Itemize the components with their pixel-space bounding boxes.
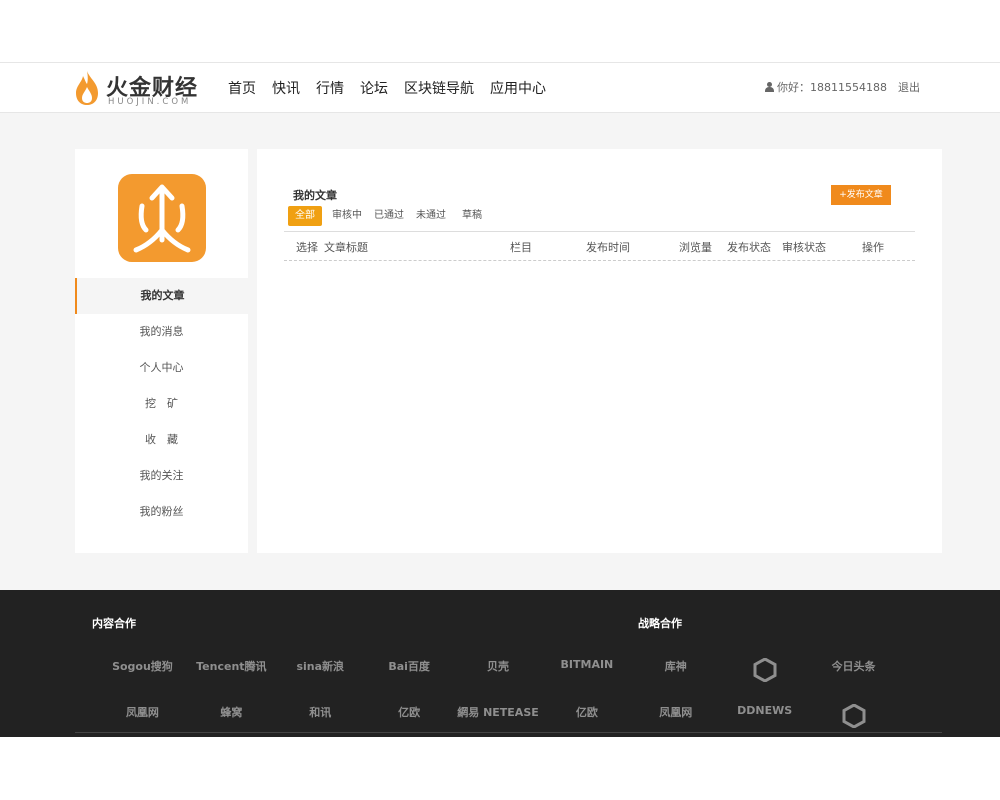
sidebar-item-my-articles[interactable]: 我的文章 [75,278,248,314]
partner-logo[interactable]: 凤凰网 [98,704,187,731]
partner-logo[interactable]: 網易 NETEASE [454,704,543,731]
article-status-tabs: 全部 审核中 已通过 未通过 草稿 [288,206,490,226]
col-publish-status: 发布状态 [727,241,771,254]
flame-icon [76,71,98,105]
content-partners-title: 内容合作 [92,617,136,630]
nav-item-news-flash[interactable]: 快讯 [272,78,300,98]
col-select: 选择 [296,241,318,254]
partner-logo[interactable]: DDNEWS [720,704,809,731]
main-nav: 首页 快讯 行情 论坛 区块链导航 应用中心 [228,78,546,98]
col-title: 文章标题 [324,241,368,254]
sidebar-item-following[interactable]: 我的关注 [75,458,248,494]
sidebar-item-mining[interactable]: 挖 矿 [75,386,248,422]
col-category: 栏目 [510,241,532,254]
partner-logos-row-1: Sogou搜狗 Tencent腾讯 sina新浪 Bai百度 贝壳 BITMAI… [98,658,898,685]
partner-logo[interactable]: 蜂窝 [187,704,276,731]
sidebar-item-personal-center[interactable]: 个人中心 [75,350,248,386]
tab-rejected[interactable]: 未通过 [412,206,450,226]
page-title: 我的文章 [293,189,337,202]
hexagon-logo-icon [753,658,777,683]
partner-logo[interactable]: 今日头条 [809,658,898,685]
user-area: 你好：18811554188 退出 [765,79,920,95]
partner-logo[interactable]: BITMAIN [542,658,631,685]
sidebar-item-favorites[interactable]: 收 藏 [75,422,248,458]
partner-logo[interactable]: Tencent腾讯 [187,658,276,685]
partner-logo[interactable]: 库神 [631,658,720,685]
tab-approved[interactable]: 已通过 [370,206,408,226]
table-header: 选择 文章标题 栏目 发布时间 浏览量 发布状态 审核状态 操作 [284,231,915,261]
bottom-spacer [0,737,1000,800]
col-review-status: 审核状态 [782,241,826,254]
partner-logo[interactable]: Sogou搜狗 [98,658,187,685]
person-icon [765,82,775,92]
sidebar-menu: 我的文章 我的消息 个人中心 挖 矿 收 藏 我的关注 我的粉丝 [75,278,248,530]
publish-article-button[interactable]: +发布文章 [831,185,891,205]
top-spacer [0,0,1000,62]
content-panel: 我的文章 +发布文章 全部 审核中 已通过 未通过 草稿 选择 文章标题 栏目 … [257,149,942,553]
sidebar-item-fans[interactable]: 我的粉丝 [75,494,248,530]
partner-logo[interactable]: 亿欧 [542,704,631,731]
main-area: 我的文章 我的消息 个人中心 挖 矿 收 藏 我的关注 我的粉丝 我的文章 +发… [0,113,1000,590]
partner-logo[interactable]: 亿欧 [365,704,454,731]
logo-subtitle: HUOJIN.COM [108,97,192,107]
avatar [118,174,206,262]
col-actions: 操作 [862,241,884,254]
footer-divider [75,732,942,733]
nav-item-home[interactable]: 首页 [228,78,256,98]
sidebar: 我的文章 我的消息 个人中心 挖 矿 收 藏 我的关注 我的粉丝 [75,149,248,553]
partner-logo[interactable]: Bai百度 [365,658,454,685]
site-header: 火金财经 HUOJIN.COM 首页 快讯 行情 论坛 区块链导航 应用中心 你… [0,62,1000,113]
nav-item-app-center[interactable]: 应用中心 [490,78,546,98]
sidebar-item-my-messages[interactable]: 我的消息 [75,314,248,350]
partner-logo[interactable]: 贝壳 [454,658,543,685]
tab-all[interactable]: 全部 [288,206,322,226]
hexagon-logo-icon [842,704,866,729]
partner-logo[interactable] [809,704,898,731]
site-footer: 内容合作 战略合作 Sogou搜狗 Tencent腾讯 sina新浪 Bai百度… [0,590,1000,737]
col-views: 浏览量 [679,241,712,254]
partner-logos-row-2: 凤凰网 蜂窝 和讯 亿欧 網易 NETEASE 亿欧 凤凰网 DDNEWS [98,704,898,731]
partner-logo[interactable] [720,658,809,685]
logout-link[interactable]: 退出 [898,79,920,95]
site-logo[interactable]: 火金财经 HUOJIN.COM [74,69,214,109]
partner-logo[interactable]: 凤凰网 [631,704,720,731]
tab-drafts[interactable]: 草稿 [458,206,486,226]
strategic-partners-title: 战略合作 [638,617,682,630]
partner-logo[interactable]: sina新浪 [276,658,365,685]
user-greeting[interactable]: 你好：18811554188 [777,79,887,95]
nav-item-forum[interactable]: 论坛 [360,78,388,98]
nav-item-blockchain-nav[interactable]: 区块链导航 [404,78,474,98]
col-publish-time: 发布时间 [586,241,630,254]
partner-logo[interactable]: 和讯 [276,704,365,731]
nav-item-market[interactable]: 行情 [316,78,344,98]
tab-under-review[interactable]: 审核中 [328,206,366,226]
fire-character-icon [133,184,191,253]
